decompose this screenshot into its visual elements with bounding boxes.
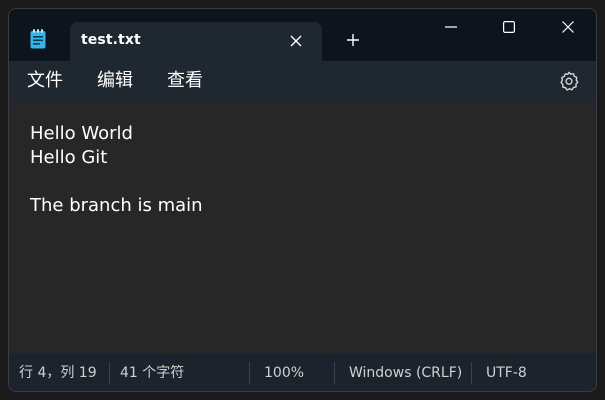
encoding[interactable]: UTF-8 [486,364,527,382]
tab-title: test.txt [81,32,141,48]
maximize-icon [503,21,515,33]
status-divider [249,362,250,384]
notepad-window: test.txt 文件 编辑 查看 Hello World Hello Git … [8,8,597,392]
editor-content[interactable]: Hello World Hello Git The branch is main [30,122,203,218]
minimize-icon [445,26,457,28]
menu-edit[interactable]: 编辑 [97,70,133,92]
menu-bar: 文件 编辑 查看 [9,61,596,101]
new-tab-plus-icon[interactable] [345,32,361,48]
notepad-icon [30,29,46,49]
status-divider [109,362,110,384]
settings-gear-icon[interactable] [558,70,580,92]
maximize-button[interactable] [480,9,538,45]
tab-test-txt[interactable]: test.txt [70,22,322,61]
status-bar: 行 4，列 19 41 个字符 100% Windows (CRLF) UTF-… [9,353,596,391]
close-icon [562,21,574,33]
title-bar[interactable]: test.txt [9,9,596,61]
status-divider [334,362,335,384]
status-divider [471,362,472,384]
tab-close-icon[interactable] [289,33,303,47]
close-window-button[interactable] [539,9,596,45]
text-editor[interactable]: Hello World Hello Git The branch is main [9,101,596,353]
cursor-position: 行 4，列 19 [19,365,97,381]
menu-view[interactable]: 查看 [167,70,203,92]
line-ending[interactable]: Windows (CRLF) [349,364,462,382]
zoom-level[interactable]: 100% [264,364,304,382]
minimize-button[interactable] [422,9,480,45]
menu-file[interactable]: 文件 [27,70,63,92]
character-count: 41 个字符 [120,365,185,381]
